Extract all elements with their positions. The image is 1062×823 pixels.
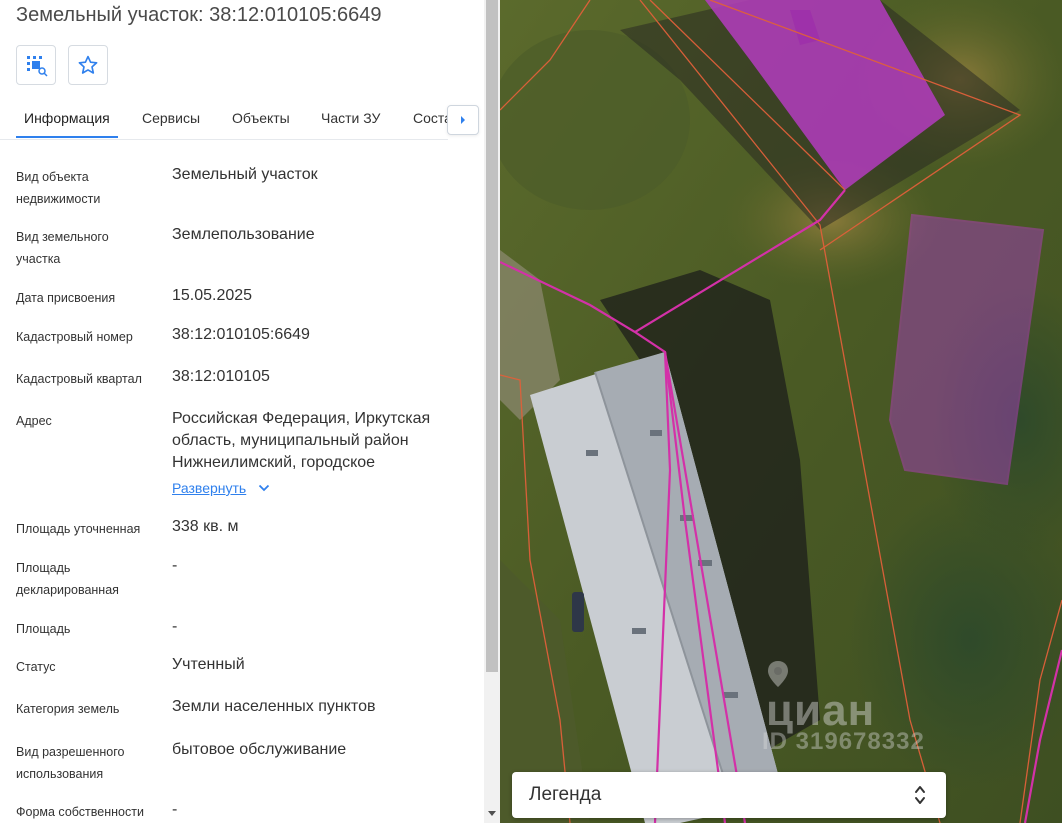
area-specified-label: Площадь уточненная xyxy=(16,522,141,536)
status-label: Статус xyxy=(16,660,56,674)
address-expand-link[interactable]: Развернуть xyxy=(172,480,270,496)
address-label: Адрес xyxy=(16,414,52,428)
chevron-down-icon xyxy=(259,484,270,492)
favorite-button[interactable] xyxy=(68,45,108,85)
land-category-value: Земли населенных пунктов xyxy=(172,698,376,715)
land-type-label: Вид земельного участка xyxy=(16,230,109,266)
watermark-pin-icon xyxy=(768,661,788,687)
tab-services[interactable]: Сервисы xyxy=(142,110,200,126)
cadastral-number-value: 38:12:010105:6649 xyxy=(172,326,310,343)
permitted-use-value: бытовое обслуживание xyxy=(172,741,347,758)
ownership-value: - xyxy=(172,801,178,818)
expand-collapse-icon[interactable] xyxy=(914,783,926,807)
object-type-label: Вид объекта недвижимости xyxy=(16,170,101,206)
date-assigned-label: Дата присвоения xyxy=(16,291,116,305)
date-assigned-value: 15.05.2025 xyxy=(172,287,253,304)
ownership-label: Форма собственности xyxy=(16,805,144,819)
star-icon xyxy=(78,55,98,74)
tab-information[interactable]: Информация xyxy=(24,110,110,126)
permitted-use-label: Вид разрешенного использования xyxy=(16,745,125,781)
tab-objects[interactable]: Объекты xyxy=(232,110,290,126)
status-value: Учтенный xyxy=(172,656,245,673)
page-title: Земельный участок: 38:12:010105:6649 xyxy=(16,4,382,26)
active-tab-indicator xyxy=(16,136,118,138)
tab-parts[interactable]: Части ЗУ xyxy=(321,110,380,126)
area-specified-value: 338 кв. м xyxy=(172,518,239,535)
scroll-down-arrow-icon[interactable] xyxy=(488,811,496,816)
info-panel: Земельный участок: 38:12:010105:6649 Инф… xyxy=(0,0,484,823)
tabs-scroll-right-button[interactable] xyxy=(447,105,479,135)
area-declared-label: Площадь декларированная xyxy=(16,561,119,597)
land-category-label: Категория земель xyxy=(16,702,120,716)
tab-bar: Информация Сервисы Объекты Части ЗУ Сост… xyxy=(0,100,484,140)
caret-right-icon xyxy=(461,116,465,124)
address-value: Российская Федерация, Иркутская область,… xyxy=(172,410,431,471)
locate-on-map-button[interactable] xyxy=(16,45,56,85)
legend-label: Легенда xyxy=(529,784,602,805)
land-type-value: Землепользование xyxy=(172,226,315,243)
object-type-value: Земельный участок xyxy=(172,166,318,183)
area-label: Площадь xyxy=(16,622,71,636)
watermark-id: ID 319678332 xyxy=(762,728,925,755)
area-value: - xyxy=(172,618,178,635)
legend-panel[interactable]: Легенда xyxy=(512,772,946,818)
cadastral-number-label: Кадастровый номер xyxy=(16,330,133,344)
locate-on-map-icon xyxy=(27,56,48,77)
cadastral-map[interactable]: циан ID 319678332 Легенда xyxy=(500,0,1062,823)
cadastral-quarter-label: Кадастровый квартал xyxy=(16,372,142,386)
area-declared-value: - xyxy=(172,557,178,574)
cadastral-quarter-value: 38:12:010105 xyxy=(172,368,270,385)
expand-link-label: Развернуть xyxy=(172,480,247,496)
panel-scrollbar-thumb[interactable] xyxy=(486,0,498,672)
